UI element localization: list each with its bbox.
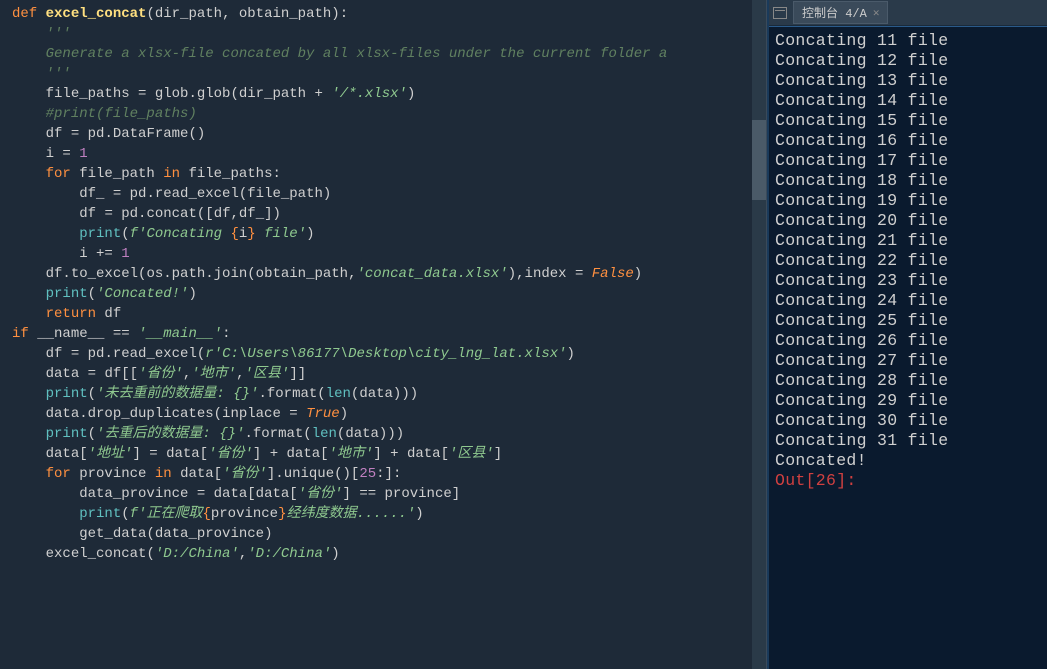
console-line: Concating 27 file xyxy=(775,351,1041,371)
console-output[interactable]: Concating 11 fileConcating 12 fileConcat… xyxy=(769,26,1047,669)
console-line: Concating 19 file xyxy=(775,191,1041,211)
console-line: Concating 11 file xyxy=(775,31,1041,51)
code-line[interactable]: data = df[['省份','地市','区县']] xyxy=(12,364,752,384)
console-line: Concated! xyxy=(775,451,1041,471)
code-line[interactable]: i += 1 xyxy=(12,244,752,264)
code-line[interactable]: data_province = data[data['省份'] == provi… xyxy=(12,484,752,504)
console-line: Concating 24 file xyxy=(775,291,1041,311)
code-line[interactable]: df = pd.DataFrame() xyxy=(12,124,752,144)
console-line: Concating 12 file xyxy=(775,51,1041,71)
console-line: Concating 14 file xyxy=(775,91,1041,111)
code-line[interactable]: data.drop_duplicates(inplace = True) xyxy=(12,404,752,424)
code-line[interactable]: i = 1 xyxy=(12,144,752,164)
console-tab-label: 控制台 4/A xyxy=(802,4,867,21)
ide-window: def excel_concat(dir_path, obtain_path):… xyxy=(0,0,1047,669)
console-line: Concating 15 file xyxy=(775,111,1041,131)
console-line: Concating 20 file xyxy=(775,211,1041,231)
code-line[interactable]: print('去重后的数据量: {}'.format(len(data))) xyxy=(12,424,752,444)
code-line[interactable]: return df xyxy=(12,304,752,324)
code-line[interactable]: df = pd.read_excel(r'C:\Users\86177\Desk… xyxy=(12,344,752,364)
code-line[interactable]: for file_path in file_paths: xyxy=(12,164,752,184)
console-line: Concating 17 file xyxy=(775,151,1041,171)
code-line[interactable]: if __name__ == '__main__': xyxy=(12,324,752,344)
code-line[interactable]: get_data(data_province) xyxy=(12,524,752,544)
source-code[interactable]: def excel_concat(dir_path, obtain_path):… xyxy=(0,0,752,669)
scrollbar-thumb[interactable] xyxy=(752,120,766,200)
console-line: Concating 26 file xyxy=(775,331,1041,351)
out-prompt: Out[26]: xyxy=(775,471,1041,491)
code-line[interactable]: print('未去重前的数据量: {}'.format(len(data))) xyxy=(12,384,752,404)
console-tab[interactable]: 控制台 4/A ✕ xyxy=(793,1,888,24)
code-line[interactable]: ''' xyxy=(12,64,752,84)
code-line[interactable]: ''' xyxy=(12,24,752,44)
code-line[interactable]: df = pd.concat([df,df_]) xyxy=(12,204,752,224)
code-line[interactable]: print(f'正在爬取{province}经纬度数据......') xyxy=(12,504,752,524)
console-line: Concating 25 file xyxy=(775,311,1041,331)
editor-scrollbar[interactable] xyxy=(752,0,766,669)
console-line: Concating 22 file xyxy=(775,251,1041,271)
console-line: Concating 21 file xyxy=(775,231,1041,251)
editor-pane[interactable]: def excel_concat(dir_path, obtain_path):… xyxy=(0,0,767,669)
console-icon xyxy=(773,7,787,19)
code-line[interactable]: for province in data['省份'].unique()[25:]… xyxy=(12,464,752,484)
console-line: Concating 28 file xyxy=(775,371,1041,391)
close-icon[interactable]: ✕ xyxy=(873,6,880,20)
console-tab-bar: 控制台 4/A ✕ xyxy=(769,0,1047,26)
console-pane: 控制台 4/A ✕ Concating 11 fileConcating 12 … xyxy=(767,0,1047,669)
code-line[interactable]: df.to_excel(os.path.join(obtain_path,'co… xyxy=(12,264,752,284)
code-line[interactable]: file_paths = glob.glob(dir_path + '/*.xl… xyxy=(12,84,752,104)
console-line: Concating 18 file xyxy=(775,171,1041,191)
code-line[interactable]: def excel_concat(dir_path, obtain_path): xyxy=(12,4,752,24)
console-line: Concating 30 file xyxy=(775,411,1041,431)
console-line: Concating 23 file xyxy=(775,271,1041,291)
console-line: Concating 29 file xyxy=(775,391,1041,411)
console-line: Concating 13 file xyxy=(775,71,1041,91)
code-line[interactable]: Generate a xlsx-file concated by all xls… xyxy=(12,44,752,64)
console-line: Concating 16 file xyxy=(775,131,1041,151)
code-line[interactable]: print('Concated!') xyxy=(12,284,752,304)
code-line[interactable]: print(f'Concating {i} file') xyxy=(12,224,752,244)
console-line: Concating 31 file xyxy=(775,431,1041,451)
code-line[interactable]: data['地址'] = data['省份'] + data['地市'] + d… xyxy=(12,444,752,464)
code-line[interactable]: #print(file_paths) xyxy=(12,104,752,124)
code-line[interactable]: excel_concat('D:/China','D:/China') xyxy=(12,544,752,564)
code-line[interactable]: df_ = pd.read_excel(file_path) xyxy=(12,184,752,204)
